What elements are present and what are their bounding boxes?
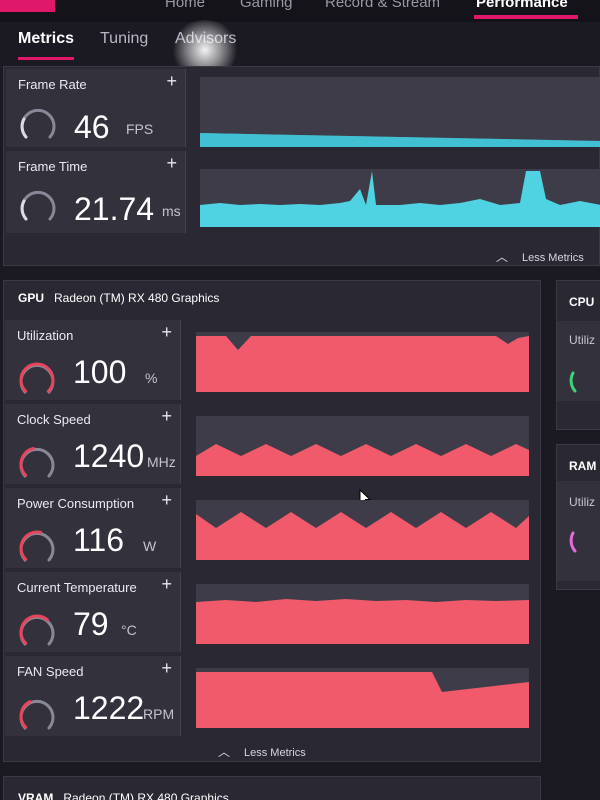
ram-panel: RAM Utiliz <box>556 444 600 590</box>
metric-value: 1222 <box>73 690 145 726</box>
nav-performance[interactable]: Performance <box>476 0 568 11</box>
metric-unit: FPS <box>126 121 154 137</box>
metric-graph <box>196 416 529 476</box>
tab-advisors[interactable]: Advisors <box>175 30 236 48</box>
metric-title: Frame Rate <box>18 77 87 92</box>
cpu-utilization-card: Utiliz <box>557 321 600 401</box>
vram-panel: VRAM Radeon (TM) RX 480 Graphics <box>3 776 541 800</box>
nav-active-indicator <box>474 15 578 19</box>
cpu-utilization-title: Utiliz <box>569 333 595 347</box>
add-metric-button[interactable]: + <box>161 490 172 511</box>
top-navigation: Home Gaming Record & Stream Performance <box>0 0 600 22</box>
metric-title: Power Consumption <box>17 496 135 511</box>
metric-card-frame-rate: Frame Rate + 46 FPS <box>6 69 186 147</box>
add-metric-button[interactable]: + <box>166 71 177 92</box>
frame-time-chart <box>200 171 600 227</box>
gauge-icon <box>569 371 577 393</box>
add-metric-button[interactable]: + <box>161 322 172 343</box>
gpu-name: Radeon (TM) RX 480 Graphics <box>54 291 220 305</box>
frame-rate-graph <box>200 77 600 147</box>
gauge-icon <box>20 190 56 221</box>
gauge-icon <box>19 699 55 730</box>
add-metric-button[interactable]: + <box>161 574 172 595</box>
vram-label: VRAM <box>18 791 54 800</box>
less-metrics-toggle[interactable]: ︿ Less Metrics <box>496 248 584 265</box>
metric-graph <box>196 332 529 392</box>
vram-name: Radeon (TM) RX 480 Graphics <box>63 791 229 800</box>
sub-tabs: Metrics Tuning Advisors <box>0 22 600 66</box>
metric-value: 46 <box>74 109 110 145</box>
nav-record-stream[interactable]: Record & Stream <box>325 0 440 11</box>
ram-label: RAM <box>569 459 597 473</box>
metric-title: Utilization <box>17 328 74 343</box>
chevron-up-icon: ︿ <box>218 745 231 759</box>
nav-gaming[interactable]: Gaming <box>240 0 293 11</box>
metric-title: FAN Speed <box>17 664 84 679</box>
frame-time-graph <box>200 169 600 227</box>
metric-graph-chart <box>196 599 529 644</box>
gpu-less-metrics-toggle[interactable]: ︿ Less Metrics <box>218 743 306 760</box>
gpu-label: GPU <box>18 291 45 305</box>
tab-active-indicator <box>18 57 74 60</box>
metric-graph <box>196 500 529 560</box>
add-metric-button[interactable]: + <box>161 658 172 679</box>
add-metric-button[interactable]: + <box>166 153 177 174</box>
metric-graph-chart <box>196 444 529 476</box>
frame-rate-chart <box>200 133 600 147</box>
metric-unit: W <box>143 538 157 554</box>
vram-panel-header: VRAM Radeon (TM) RX 480 Graphics <box>18 791 229 800</box>
metric-value: 116 <box>73 522 125 558</box>
metric-unit: ms <box>162 203 181 219</box>
gauge-icon <box>569 531 577 553</box>
brand-logo[interactable] <box>0 0 55 12</box>
metric-graph <box>196 668 529 728</box>
metric-card-utilization: Utilization +100% <box>5 320 181 400</box>
tab-metrics[interactable]: Metrics <box>18 30 74 48</box>
metric-graph-chart <box>196 512 529 560</box>
gauge-icon <box>19 362 55 394</box>
metric-card-power-consumption: Power Consumption +116 W <box>5 488 181 568</box>
metric-value: 100 <box>73 354 127 390</box>
metric-title: Frame Time <box>18 159 88 174</box>
metric-unit: MHz <box>147 454 176 470</box>
ram-utilization-card: Utiliz <box>557 481 600 581</box>
tab-tuning[interactable]: Tuning <box>100 30 148 48</box>
metric-title: Clock Speed <box>17 412 91 427</box>
cpu-label: CPU <box>569 295 595 309</box>
overlay-metrics-panel: Frame Rate + 46 FPS Frame Time + 21.74 m… <box>3 66 600 266</box>
metric-value: 1240 <box>73 438 145 474</box>
cpu-panel: CPU Utiliz <box>556 280 600 430</box>
gauge-icon <box>19 446 55 478</box>
chevron-up-icon: ︿ <box>496 250 509 264</box>
metric-card-current-temperature: Current Temperature +79 °C <box>5 572 181 652</box>
gauge-icon <box>19 530 55 562</box>
metric-unit: °C <box>121 622 137 638</box>
metric-unit: % <box>145 370 158 386</box>
metric-graph-chart <box>196 336 529 392</box>
gauge-icon <box>19 614 55 646</box>
metric-graph-chart <box>196 672 529 728</box>
metric-value: 21.74 <box>74 191 155 227</box>
metric-value: 79 <box>73 606 109 642</box>
ram-utilization-title: Utiliz <box>569 495 595 509</box>
metric-card-frame-time: Frame Time + 21.74 ms <box>6 151 186 233</box>
metric-card-fan-speed: FAN Speed +1222 RPM <box>5 656 181 736</box>
add-metric-button[interactable]: + <box>161 406 172 427</box>
metric-graph <box>196 584 529 644</box>
gauge-icon <box>20 108 56 139</box>
nav-home[interactable]: Home <box>165 0 205 11</box>
gpu-panel-header: GPU Radeon (TM) RX 480 Graphics <box>18 291 219 305</box>
metric-unit: RPM <box>143 706 175 722</box>
metric-card-clock-speed: Clock Speed +1240 MHz <box>5 404 181 484</box>
metric-title: Current Temperature <box>17 580 137 595</box>
